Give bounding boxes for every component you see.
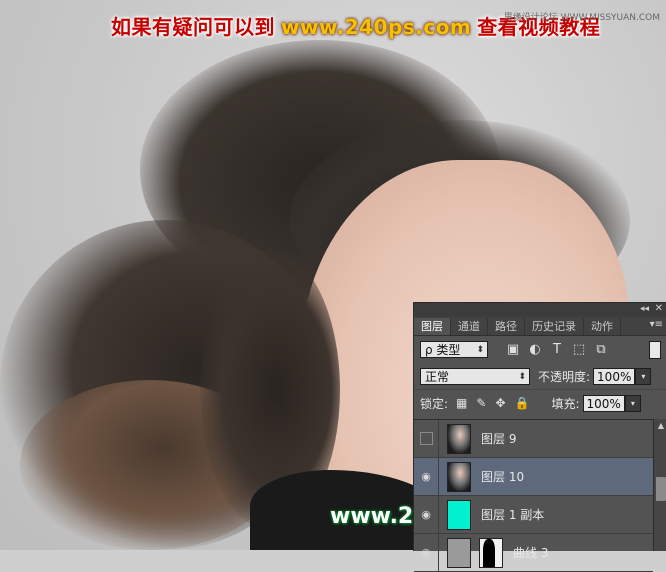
- layer-name: 图层 10: [481, 470, 525, 484]
- lock-icons: ▦ ✎ ✥ 🔒: [456, 396, 529, 410]
- corner-watermark: 思缘设计论坛 WWW.MISSYUAN.COM: [503, 13, 660, 23]
- layer-thumbnail: [447, 423, 471, 454]
- layer-mask-thumbnail[interactable]: [479, 537, 503, 568]
- layer-name: 图层 1 副本: [481, 508, 545, 522]
- layer-row[interactable]: ◉ 图层 10: [414, 458, 653, 496]
- tab-history[interactable]: 历史记录: [525, 318, 584, 335]
- smart-object-filter-icon[interactable]: ⧉: [594, 342, 608, 357]
- blend-mode-value: 正常: [425, 369, 450, 384]
- visibility-toggle[interactable]: ◉: [414, 496, 439, 533]
- lock-transparent-icon[interactable]: ▦: [456, 396, 467, 410]
- visibility-toggle[interactable]: ◉: [414, 458, 439, 495]
- blend-mode-select[interactable]: 正常 ⬍: [420, 367, 530, 385]
- opacity-label: 不透明度:: [538, 369, 591, 384]
- filter-kind-value: ρ 类型: [425, 343, 461, 357]
- fill-input[interactable]: 100%: [582, 394, 625, 412]
- lock-all-icon[interactable]: 🔒: [515, 396, 530, 410]
- fill-dropdown-button[interactable]: ▾: [624, 394, 641, 412]
- scroll-thumb[interactable]: [656, 477, 666, 501]
- lock-label: 锁定:: [420, 396, 449, 411]
- adjustment-thumbnail: [447, 537, 471, 568]
- tab-paths[interactable]: 路径: [488, 318, 525, 335]
- close-icon[interactable]: ✕: [655, 303, 663, 314]
- layer-list: 图层 9 ◉ 图层 10 ◉ 图层 1 副本 ◉ 曲线 3: [414, 419, 653, 572]
- layer-row[interactable]: ◉ 曲线 3: [414, 534, 653, 572]
- tab-channels[interactable]: 通道: [451, 318, 488, 335]
- eye-icon: ◉: [421, 508, 431, 521]
- panel-menu-icon[interactable]: ▾≡: [650, 319, 663, 330]
- mask-shape: [483, 538, 495, 567]
- layer-name: 图层 9: [481, 432, 517, 446]
- chevron-updown-icon: ⬍: [476, 345, 484, 355]
- lock-image-icon[interactable]: ✎: [476, 396, 486, 410]
- layer-row[interactable]: 图层 9: [414, 420, 653, 458]
- layers-panel: ◂◂ ✕ 图层 通道 路径 历史记录 动作 ▾≡ ρ 类型 ⬍ ▣ ◐ T ⬚ …: [413, 302, 666, 572]
- type-filter-icon[interactable]: T: [550, 342, 564, 357]
- filter-row: ρ 类型 ⬍ ▣ ◐ T ⬚ ⧉: [414, 336, 666, 363]
- chevron-updown-icon: ⬍: [518, 371, 526, 382]
- eye-icon: ◉: [421, 546, 431, 559]
- adjustment-filter-icon[interactable]: ◐: [528, 342, 542, 357]
- opacity-dropdown-button[interactable]: ▾: [635, 367, 652, 385]
- filter-icons: ▣ ◐ T ⬚ ⧉: [506, 342, 608, 357]
- visibility-off-icon: [419, 432, 433, 445]
- filter-toggle[interactable]: [649, 340, 661, 359]
- panel-title-bar[interactable]: ◂◂ ✕: [414, 303, 666, 317]
- scroll-up-icon[interactable]: ▲: [654, 419, 666, 433]
- panel-tabs: 图层 通道 路径 历史记录 动作 ▾≡: [414, 317, 666, 336]
- watermark-text: 如果有疑问可以到: [111, 15, 275, 39]
- blend-row: 正常 ⬍ 不透明度: 100% ▾: [414, 363, 666, 389]
- visibility-toggle[interactable]: [414, 420, 439, 457]
- tab-actions[interactable]: 动作: [584, 318, 621, 335]
- lock-position-icon[interactable]: ✥: [495, 396, 505, 410]
- opacity-input[interactable]: 100%: [593, 367, 636, 385]
- layer-thumbnail: [447, 499, 471, 530]
- layer-list-scrollbar[interactable]: ▲: [653, 419, 666, 551]
- eye-icon: ◉: [421, 470, 431, 483]
- fill-label: 填充:: [551, 396, 580, 411]
- visibility-toggle[interactable]: ◉: [414, 534, 439, 571]
- pixel-filter-icon[interactable]: ▣: [506, 342, 520, 357]
- layer-name: 曲线 3: [513, 546, 549, 560]
- lock-row: 锁定: ▦ ✎ ✥ 🔒 填充: 100% ▾: [414, 389, 666, 416]
- watermark-url: www.240ps.com: [281, 15, 472, 39]
- filter-kind-select[interactable]: ρ 类型 ⬍: [420, 341, 488, 358]
- layer-thumbnail: [447, 461, 471, 492]
- collapse-icon[interactable]: ◂◂: [640, 304, 649, 314]
- tab-layers[interactable]: 图层: [414, 318, 451, 335]
- layer-row[interactable]: ◉ 图层 1 副本: [414, 496, 653, 534]
- shape-filter-icon[interactable]: ⬚: [572, 342, 586, 357]
